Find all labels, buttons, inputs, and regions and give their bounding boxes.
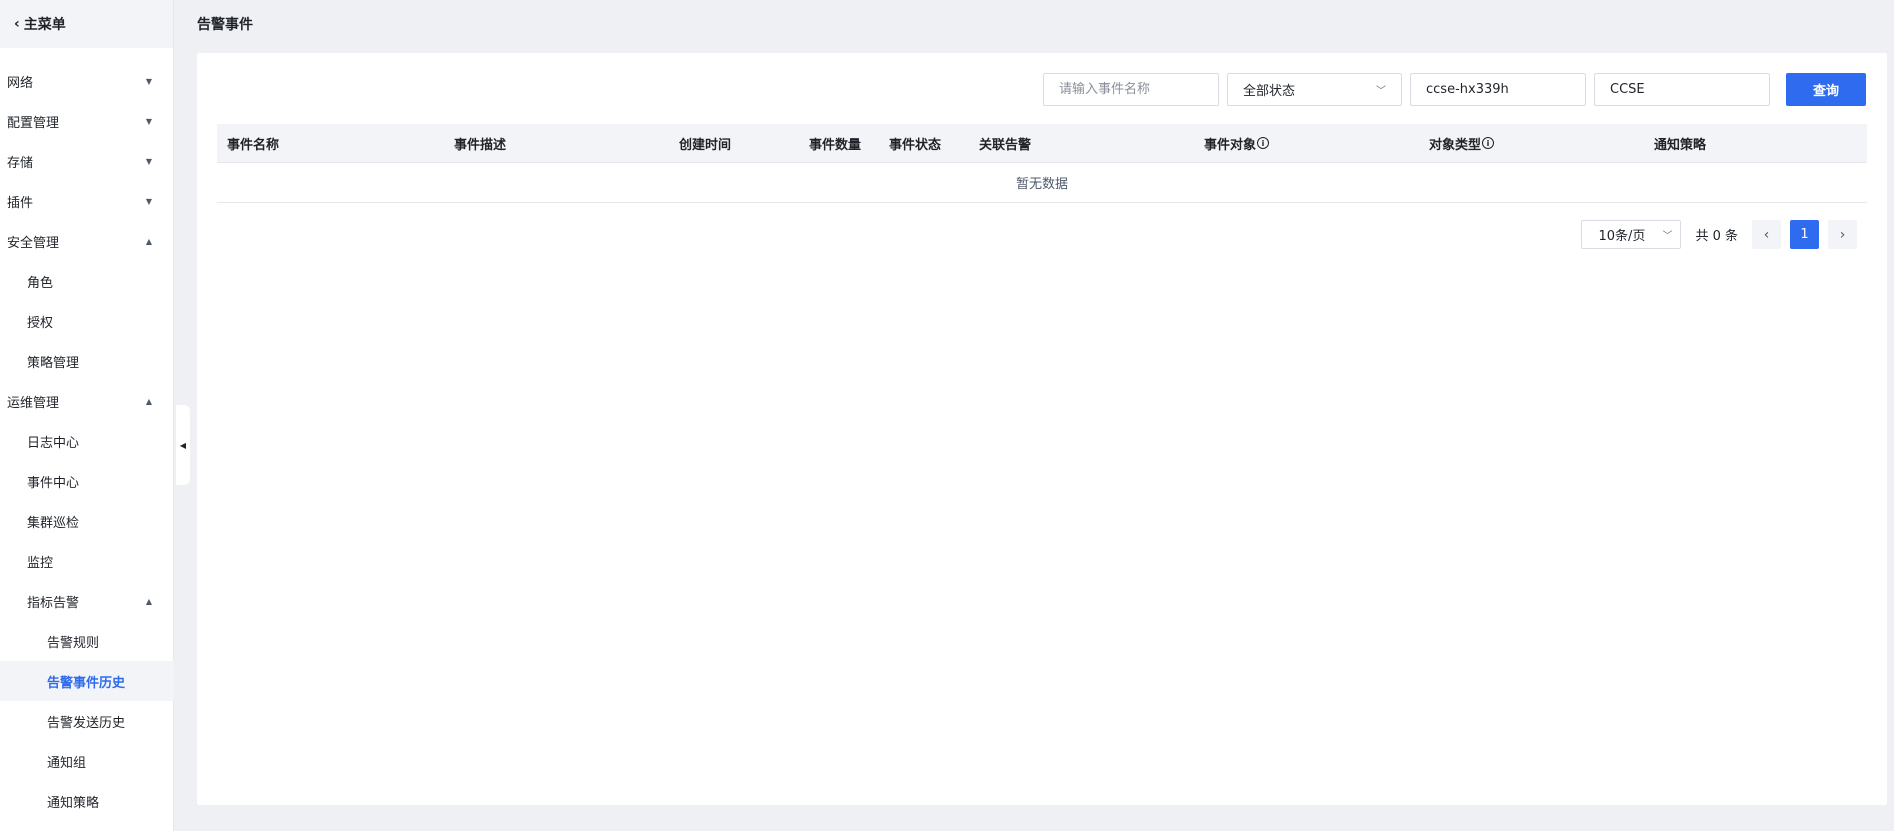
prev-page-button[interactable]: ‹ [1752,220,1781,249]
total-count: 共 0 条 [1695,229,1738,244]
sidebar: ‹ 主菜单 网络 ▼ 配置管理 ▼ 存储 ▼ 插件 ▼ 安全管理 ▲ 角色 授权 策略管理… [0,0,174,831]
main-menu-label: 主菜单 [23,17,66,33]
sidebar-item-ops[interactable]: 运维管理 ▲ [0,381,174,421]
status-select-value: 全部状态 [1243,84,1296,99]
column-header: 事件名称 [227,137,280,153]
column-header: 事件状态 [889,137,942,153]
sidebar-item-security[interactable]: 安全管理 ▲ [0,221,174,261]
sidebar-item-label: 插件 [7,195,34,211]
sidebar-item-config[interactable]: 配置管理 ▼ [0,101,174,141]
events-table: 事件名称 事件描述 创建时间 事件数量 事件状态 关联告警 事件对象 i 对象类… [217,124,1867,203]
sidebar-item-roles[interactable]: 角色 [0,261,174,301]
sidebar-item-label: 告警规则 [47,635,100,651]
sidebar-item-alert-send-history[interactable]: 告警发送历史 [0,701,174,741]
sidebar-item-monitoring[interactable]: 监控 [0,541,174,581]
collapse-sidebar-button[interactable]: ◀ [176,405,190,485]
cluster-field-value: ccse-hx339h [1426,82,1509,97]
sidebar-item-label: 告警发送历史 [47,715,126,731]
sidebar-item-label: 策略管理 [27,355,80,371]
column-header: 通知策略 [1654,137,1707,153]
sidebar-item-label: 通知策略 [47,795,100,811]
sidebar-menu: 网络 ▼ 配置管理 ▼ 存储 ▼ 插件 ▼ 安全管理 ▲ 角色 授权 策略管理 运维管理 ▲… [0,61,174,821]
sidebar-item-label: 监控 [27,555,54,571]
column-header-object-type: 对象类型 i [1419,134,1644,153]
sidebar-item-metric-alerts[interactable]: 指标告警 ▲ [0,581,174,621]
sidebar-item-notify-policy[interactable]: 通知策略 [0,781,174,821]
column-header-event-object: 事件对象 i [1194,134,1419,153]
content-panel: 全部状态 ﹀ ccse-hx339h CCSE 查询 事件名称 事件描述 创建时… [197,53,1887,805]
chevron-down-icon: ﹀ [1662,231,1673,242]
sidebar-item-notify-groups[interactable]: 通知组 [0,741,174,781]
sidebar-item-label: 运维管理 [7,395,60,411]
sidebar-item-network[interactable]: 网络 ▼ [0,61,174,101]
chevron-left-icon: ‹ [14,16,20,32]
sidebar-item-events[interactable]: 事件中心 [0,461,174,501]
caret-down-icon: ▼ [145,196,152,206]
info-icon[interactable]: i [1257,137,1270,149]
page-number-button[interactable]: 1 [1790,220,1819,249]
caret-up-icon: ▲ [145,596,152,606]
sidebar-item-label: 指标告警 [27,595,80,611]
table-header: 事件名称 事件描述 创建时间 事件数量 事件状态 关联告警 事件对象 i 对象类… [217,124,1867,163]
chevron-right-icon: › [1839,226,1846,243]
info-icon[interactable]: i [1482,137,1495,149]
cluster-field[interactable]: ccse-hx339h [1410,73,1586,106]
caret-down-icon: ▼ [145,116,152,126]
caret-down-icon: ▼ [145,156,152,166]
sidebar-item-alert-event-history[interactable]: 告警事件历史 [0,661,174,701]
caret-down-icon: ▼ [145,76,152,86]
pagination: 10条/页 ﹀ 共 0 条 ‹ 1 › [1581,220,1857,249]
chevron-left-icon: ‹ [1763,226,1770,243]
next-page-button[interactable]: › [1828,220,1857,249]
filter-bar: 全部状态 ﹀ ccse-hx339h CCSE 查询 [1043,73,1866,106]
caret-left-icon: ◀ [179,440,187,450]
sidebar-item-label: 日志中心 [27,435,80,451]
sidebar-item-label: 通知组 [47,755,87,771]
sidebar-item-inspection[interactable]: 集群巡检 [0,501,174,541]
sidebar-item-storage[interactable]: 存储 ▼ [0,141,174,181]
back-to-main-menu[interactable]: ‹ 主菜单 [0,0,173,48]
page-size-value: 10条/页 [1598,229,1646,244]
event-name-input[interactable] [1043,73,1219,106]
sidebar-item-label: 事件中心 [27,475,80,491]
sidebar-item-policy[interactable]: 策略管理 [0,341,174,381]
column-header: 事件描述 [454,137,507,153]
query-button[interactable]: 查询 [1786,73,1866,106]
type-field-value: CCSE [1610,82,1645,97]
sidebar-item-label: 授权 [27,315,54,331]
chevron-down-icon: ﹀ [1376,86,1386,97]
type-field[interactable]: CCSE [1594,73,1770,106]
caret-up-icon: ▲ [145,236,152,246]
sidebar-item-label: 安全管理 [7,235,60,251]
column-header: 关联告警 [979,137,1032,153]
sidebar-item-logs[interactable]: 日志中心 [0,421,174,461]
column-header: 创建时间 [679,137,732,153]
column-header: 事件数量 [809,137,862,153]
sidebar-item-label: 角色 [27,275,54,291]
empty-state: 暂无数据 [217,163,1867,203]
sidebar-item-authorization[interactable]: 授权 [0,301,174,341]
sidebar-item-label: 告警事件历史 [47,675,126,691]
sidebar-item-label: 配置管理 [7,115,60,131]
sidebar-item-label: 集群巡检 [27,515,80,531]
column-header-label: 对象类型 [1429,137,1482,153]
sidebar-item-alert-rules[interactable]: 告警规则 [0,621,174,661]
column-header-label: 事件对象 [1204,137,1257,153]
page-title: 告警事件 [197,17,253,33]
sidebar-item-label: 存储 [7,155,34,171]
page-size-select[interactable]: 10条/页 ﹀ [1581,220,1682,249]
sidebar-item-plugins[interactable]: 插件 ▼ [0,181,174,221]
caret-up-icon: ▲ [145,396,152,406]
sidebar-item-label: 网络 [7,75,34,91]
status-select[interactable]: 全部状态 ﹀ [1227,73,1402,106]
